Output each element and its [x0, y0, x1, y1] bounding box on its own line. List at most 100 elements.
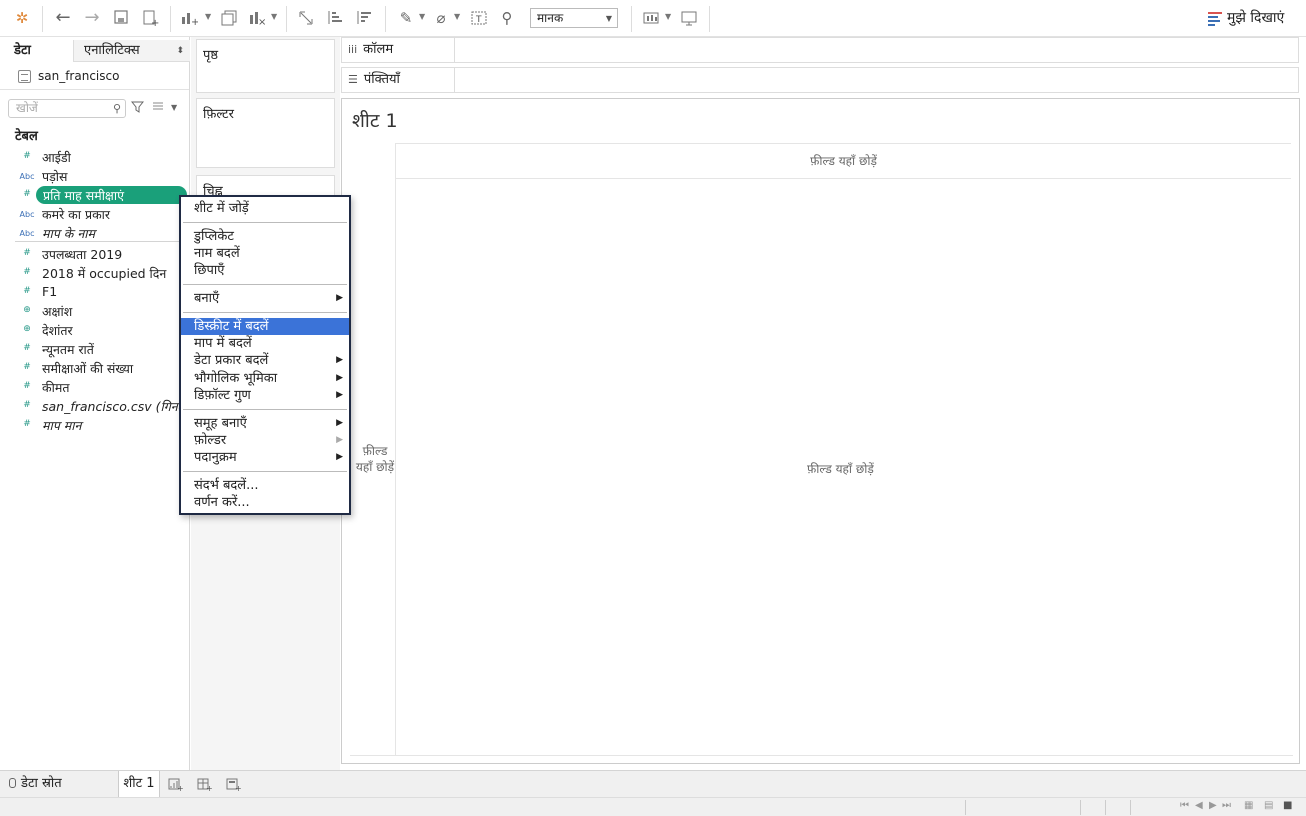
field-item[interactable]: # प्रति माह समीक्षाएं: [0, 186, 189, 205]
tab-data[interactable]: डेटा: [14, 40, 31, 62]
columns-drop-zone[interactable]: फ़ील्ड यहाँ छोड़ें: [396, 143, 1291, 179]
submenu-arrow-icon: ▶: [336, 435, 343, 445]
tab-analytics-label: एनालिटिक्स: [84, 43, 140, 58]
undo-icon[interactable]: ←: [53, 9, 73, 27]
redo-icon[interactable]: →: [82, 9, 102, 27]
field-item[interactable]: ⊕ अक्षांश: [0, 302, 189, 321]
swap-icon[interactable]: [296, 9, 316, 27]
menu-add-to-sheet[interactable]: शीट में जोड़ें: [181, 200, 349, 217]
field-label: आईडी: [42, 150, 71, 165]
highlight-icon[interactable]: ✎: [396, 9, 416, 27]
field-item[interactable]: # san_francisco.csv (गिनती): [0, 397, 193, 416]
menu-convert-to-discrete[interactable]: डिस्क्रीट में बदलें: [181, 318, 349, 335]
field-item[interactable]: ⊕ देशांतर: [0, 321, 189, 340]
search-input[interactable]: खोजें ⚲: [8, 99, 126, 118]
menu-rename[interactable]: नाम बदलें: [181, 245, 349, 262]
tab-analytics[interactable]: एनालिटिक्स ⬍: [73, 40, 190, 62]
menu-change-data-type[interactable]: डेटा प्रकार बदलें ▶: [181, 352, 349, 369]
toolbar-divider: [42, 6, 43, 32]
pages-card[interactable]: पृष्ठ: [196, 39, 335, 93]
field-item[interactable]: Abc पड़ोस: [0, 167, 189, 186]
menu-geographic-role[interactable]: भौगोलिक भूमिका ▶: [181, 370, 349, 387]
chevron-down-icon: ▼: [605, 14, 612, 23]
columns-shelf-label: iii कॉलम: [342, 38, 455, 62]
field-label: कमरे का प्रकार: [42, 207, 111, 222]
menu-default-properties[interactable]: डिफ़ॉल्ट गुण ▶: [181, 387, 349, 404]
field-item[interactable]: # कीमत: [0, 378, 189, 397]
menu-replace-references[interactable]: संदर्भ बदलें...: [181, 477, 349, 494]
field-item[interactable]: # F1: [0, 283, 189, 302]
tableau-logo-icon[interactable]: ✲: [12, 9, 32, 27]
chevron-down-icon[interactable]: ▼: [454, 12, 460, 21]
field-item[interactable]: Abc कमरे का प्रकार: [0, 205, 189, 224]
filmstrip-icon[interactable]: ▤: [1264, 800, 1273, 811]
pin-icon[interactable]: ⚲: [497, 9, 517, 27]
fit-select[interactable]: मानक ▼: [530, 8, 618, 28]
menu-describe[interactable]: वर्णन करें...: [181, 494, 349, 511]
first-sheet-icon[interactable]: ⏮: [1180, 800, 1189, 811]
chevron-down-icon[interactable]: ▼: [665, 12, 671, 21]
presentation-icon[interactable]: [679, 9, 699, 27]
worksheet-view[interactable]: शीट 1 फ़ील्ड यहाँ छोड़ें फ़ील्ड यहाँ छोड…: [341, 98, 1300, 764]
menu-create-group[interactable]: समूह बनाएँ ▶: [181, 415, 349, 432]
field-label: माप के नाम: [42, 226, 96, 241]
label-icon[interactable]: T: [469, 9, 489, 27]
field-item[interactable]: # माप मान: [0, 416, 189, 435]
new-worksheet-icon[interactable]: +: [179, 9, 199, 28]
rows-shelf[interactable]: ☰ पंक्तियाँ: [341, 67, 1299, 93]
menu-divider: [183, 312, 347, 313]
new-datasource-icon[interactable]: +: [140, 9, 160, 29]
filters-card[interactable]: फ़िल्टर: [196, 98, 335, 168]
toolbar-divider: [709, 6, 710, 32]
prev-sheet-icon[interactable]: ◀: [1195, 800, 1203, 811]
filter-icon[interactable]: [130, 100, 145, 116]
menu-divider: [183, 471, 347, 472]
field-item[interactable]: # आईडी: [0, 148, 189, 167]
field-label: F1: [42, 284, 58, 299]
string-type-icon: Abc: [19, 229, 35, 238]
fit-icon[interactable]: [642, 9, 662, 27]
sheet-sorter-icon[interactable]: ▦: [1244, 800, 1253, 811]
sort-ascending-icon[interactable]: [325, 9, 345, 27]
clear-sheet-icon[interactable]: ×: [247, 9, 267, 28]
view-options-icon[interactable]: [151, 100, 165, 116]
menu-duplicate[interactable]: डुप्लिकेट: [181, 228, 349, 245]
number-type-icon: #: [23, 343, 31, 353]
sheet-title[interactable]: शीट 1: [352, 107, 398, 133]
next-sheet-icon[interactable]: ▶: [1209, 800, 1217, 811]
field-item[interactable]: # समीक्षाओं की संख्या: [0, 359, 189, 378]
menu-hide[interactable]: छिपाएँ: [181, 262, 349, 279]
chevron-down-icon[interactable]: ▼: [419, 12, 425, 21]
duplicate-sheet-icon[interactable]: [219, 9, 239, 27]
menu-hierarchy-label: पदानुक्रम: [194, 450, 237, 465]
group-icon[interactable]: ⌀: [431, 9, 451, 27]
menu-hierarchy[interactable]: पदानुक्रम ▶: [181, 449, 349, 466]
status-divider: [1080, 800, 1081, 815]
sort-descending-icon[interactable]: [354, 9, 374, 27]
new-story-icon[interactable]: +: [226, 777, 242, 795]
field-item[interactable]: #2018 में occupied दिन: [0, 264, 189, 283]
chevron-down-icon[interactable]: ▼: [271, 12, 277, 21]
svg-text:T: T: [475, 15, 482, 25]
new-dashboard-icon[interactable]: +: [197, 777, 213, 795]
tab-sheet1[interactable]: शीट 1: [118, 771, 160, 797]
menu-create[interactable]: बनाएँ ▶: [181, 290, 349, 307]
datasource-item[interactable]: san_francisco: [0, 64, 189, 90]
menu-convert-to-measure[interactable]: माप में बदलें: [181, 335, 349, 352]
field-label: कीमत: [42, 380, 70, 395]
svg-text:×: ×: [258, 17, 266, 27]
field-item[interactable]: # उपलब्धता 2019: [0, 245, 189, 264]
tab-data-source[interactable]: डेटा स्रोत: [0, 771, 116, 797]
rows-drop-zone[interactable]: फ़ील्ड यहाँ छोड़ें: [350, 143, 396, 755]
new-worksheet-icon[interactable]: +: [168, 777, 184, 795]
menu-folder[interactable]: फ़ोल्डर ▶: [181, 432, 349, 449]
columns-shelf[interactable]: iii कॉलम: [341, 37, 1299, 63]
chevron-down-icon[interactable]: ▼: [171, 103, 177, 112]
last-sheet-icon[interactable]: ⏭: [1222, 800, 1231, 811]
show-me-button[interactable]: मुझे दिखाएं: [1208, 8, 1284, 28]
toolbar-divider: [170, 6, 171, 32]
save-icon[interactable]: [111, 9, 131, 27]
tabs-view-icon[interactable]: ■: [1283, 800, 1292, 811]
field-item[interactable]: # न्यूनतम रातें: [0, 340, 189, 359]
chevron-down-icon[interactable]: ▼: [205, 12, 211, 21]
